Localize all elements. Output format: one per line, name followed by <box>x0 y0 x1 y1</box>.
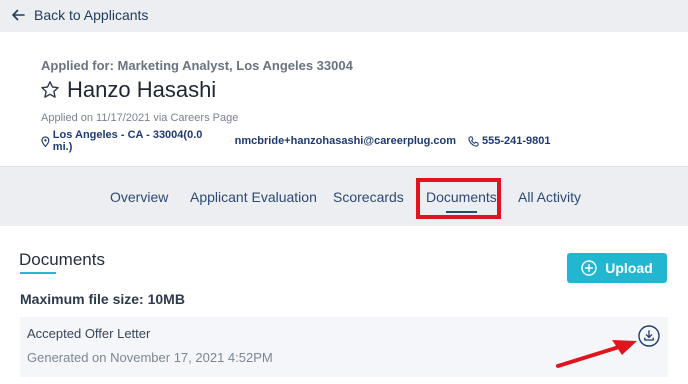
applicant-header-card: Applied for: Marketing Analyst, Los Ange… <box>0 32 688 167</box>
location-text: Los Angeles - CA - 33004(0.0 mi.) <box>52 129 203 153</box>
applicant-name-row: Hanzo Hasashi <box>40 77 216 103</box>
red-arrow-annotation <box>556 340 637 368</box>
upload-label: Upload <box>605 260 653 276</box>
star-icon[interactable] <box>40 80 60 100</box>
applied-on-text: Applied on 11/17/2021 via Careers Page <box>41 112 239 124</box>
phone-icon <box>468 135 479 147</box>
document-generated-date: Generated on November 17, 2021 4:52PM <box>27 350 273 365</box>
tab-overview[interactable]: Overview <box>110 189 168 205</box>
upload-button[interactable]: Upload <box>567 253 667 283</box>
phone-text: 555-241-9801 <box>482 135 551 147</box>
tab-all-activity[interactable]: All Activity <box>518 189 581 205</box>
heading-underline <box>20 272 56 274</box>
documents-heading: Documents <box>19 250 105 269</box>
contact-row: Los Angeles - CA - 33004(0.0 mi.) nmcbri… <box>41 129 551 153</box>
applied-for-text: Applied for: Marketing Analyst, Los Ange… <box>41 58 353 73</box>
email-link[interactable]: nmcbride+hanzohasashi@careerplug.com <box>231 135 456 147</box>
tabs-bar: Overview Applicant Evaluation Scorecards… <box>0 167 688 226</box>
tab-scorecards[interactable]: Scorecards <box>333 189 404 205</box>
document-name[interactable]: Accepted Offer Letter <box>27 326 150 341</box>
map-pin-icon <box>41 135 50 147</box>
top-bar: Back to Applicants <box>0 0 688 32</box>
max-file-size: Maximum file size: 10MB <box>20 291 185 307</box>
back-link-label: Back to Applicants <box>34 7 149 23</box>
highlight-box <box>416 178 501 219</box>
plus-circle-icon <box>581 260 597 276</box>
phone-link[interactable]: 555-241-9801 <box>468 135 551 147</box>
arrow-left-icon <box>12 9 25 21</box>
applicant-name: Hanzo Hasashi <box>67 77 217 102</box>
back-to-applicants-link[interactable]: Back to Applicants <box>11 7 148 23</box>
email-text: nmcbride+hanzohasashi@careerplug.com <box>234 135 456 147</box>
envelope-icon <box>231 140 232 142</box>
tab-applicant-evaluation[interactable]: Applicant Evaluation <box>190 189 317 205</box>
location-link[interactable]: Los Angeles - CA - 33004(0.0 mi.) <box>41 129 221 153</box>
